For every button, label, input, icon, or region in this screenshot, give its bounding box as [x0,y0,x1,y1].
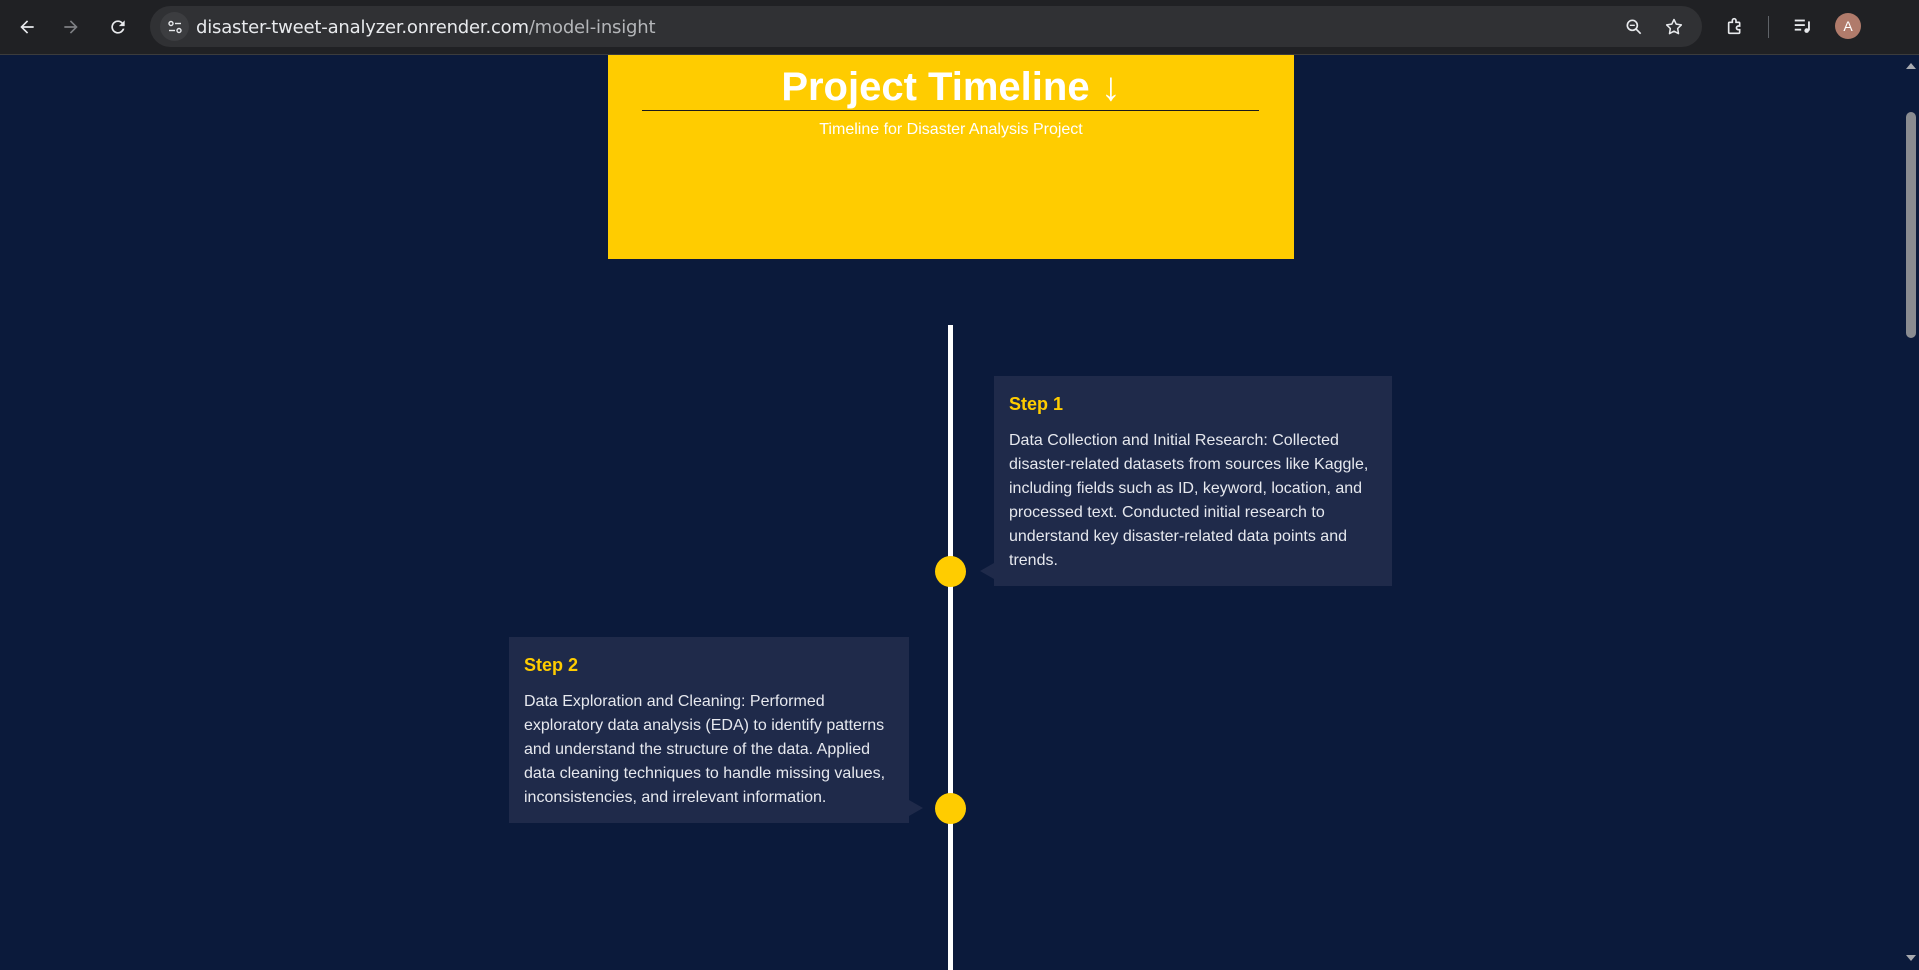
url-host: disaster-tweet-analyzer.onrender.com [196,17,529,38]
step-description: Data Exploration and Cleaning: Performed… [524,693,886,806]
toolbar-divider [1768,16,1769,38]
url-path: /model-insight [528,17,656,38]
timeline-line [948,325,953,970]
step-title: Step 2 [524,655,579,675]
timeline-step-card-1: Step 1 Data Collection and Initial Resea… [994,376,1392,586]
arrow-right-icon [64,20,78,34]
media-controls-button[interactable] [1790,13,1816,39]
timeline-dot-2 [935,793,966,824]
url-text[interactable]: disaster-tweet-analyzer.onrender.com/mod… [196,17,656,38]
zoom-button[interactable] [1623,16,1645,38]
back-button[interactable] [12,12,42,42]
browser-toolbar: disaster-tweet-analyzer.onrender.com/mod… [0,0,1919,55]
reload-button[interactable] [103,12,133,42]
zoom-icon [1626,19,1642,35]
timeline-step-card-2: Step 2 Data Exploration and Cleaning: Pe… [509,637,909,823]
bookmark-button[interactable] [1663,16,1685,38]
timeline-header-card: Project Timeline ↓ Timeline for Disaster… [608,55,1294,259]
site-info-button[interactable] [160,12,189,41]
page-subtitle: Timeline for Disaster Analysis Project [819,121,1083,138]
forward-button[interactable] [56,12,86,42]
scroll-down-arrow[interactable] [1906,955,1916,961]
address-bar[interactable]: disaster-tweet-analyzer.onrender.com/mod… [150,6,1702,47]
title-underline [642,110,1259,111]
tune-icon [167,20,182,33]
puzzle-icon [1727,17,1741,35]
star-icon [1665,18,1683,35]
arrow-left-icon [20,20,34,34]
page-title: Project Timeline ↓ [781,65,1121,109]
step-title: Step 1 [1009,394,1064,414]
queue-music-icon [1794,19,1810,33]
step-card-pointer [909,800,923,816]
step-card-pointer [980,563,994,579]
extensions-button[interactable] [1723,13,1749,39]
scrollbar-thumb[interactable] [1906,112,1916,338]
step-description: Data Collection and Initial Research: Co… [1009,432,1369,569]
reload-icon [111,20,125,34]
timeline-dot-1 [935,556,966,587]
scroll-up-arrow[interactable] [1906,63,1916,69]
profile-avatar[interactable]: A [1835,13,1861,39]
